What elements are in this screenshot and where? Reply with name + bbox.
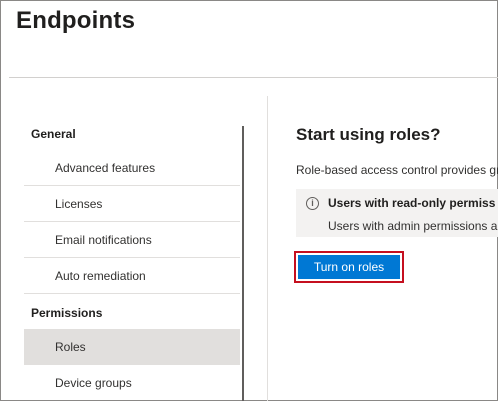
nav-scrollbar[interactable] <box>242 126 244 401</box>
nav-item-auto-remediation[interactable]: Auto remediation <box>24 258 240 294</box>
info-message-bar: i Users with read-only permiss Users wit… <box>296 189 498 237</box>
nav-item-roles[interactable]: Roles <box>24 329 240 365</box>
panel-divider <box>267 96 268 401</box>
nav-item-licenses[interactable]: Licenses <box>24 186 240 222</box>
info-title: Users with read-only permiss <box>328 196 496 210</box>
nav-item-email-notifications[interactable]: Email notifications <box>24 222 240 258</box>
nav-item-advanced-features[interactable]: Advanced features <box>24 150 240 186</box>
nav-item-device-groups[interactable]: Device groups <box>24 365 240 401</box>
turn-on-roles-button[interactable]: Turn on roles <box>298 255 400 279</box>
page-title: Endpoints <box>16 7 136 34</box>
nav-section-permissions: Permissions <box>31 306 103 320</box>
content-description: Role-based access control provides gr <box>296 163 498 177</box>
settings-nav: General Advanced features Licenses Email… <box>24 117 246 401</box>
content-title: Start using roles? <box>296 125 441 144</box>
header-divider <box>9 77 498 78</box>
info-icon: i <box>306 197 319 210</box>
nav-section-general: General <box>31 127 76 141</box>
button-highlight-box: Turn on roles <box>294 251 404 283</box>
info-text: Users with admin permissions a <box>328 219 498 233</box>
